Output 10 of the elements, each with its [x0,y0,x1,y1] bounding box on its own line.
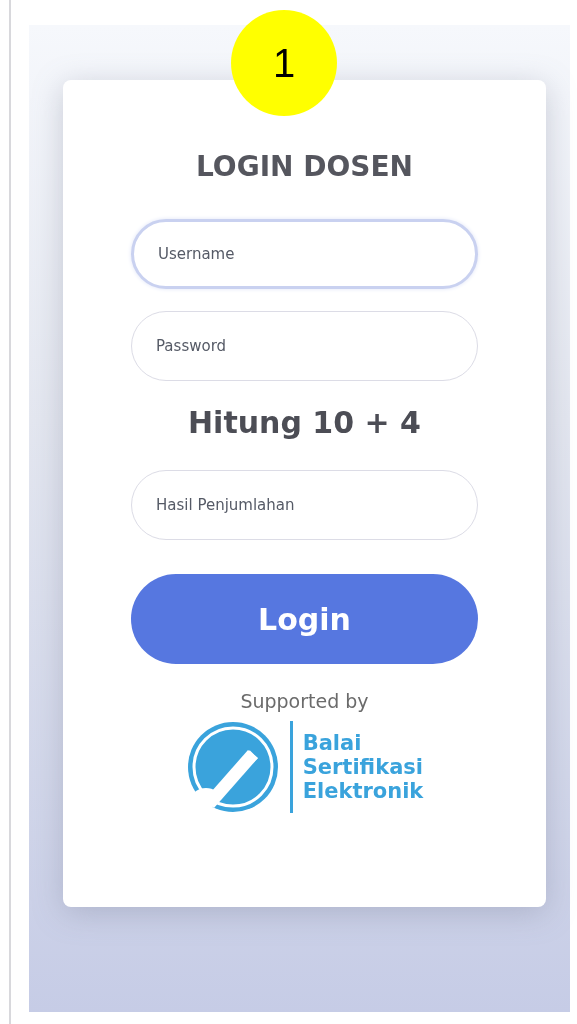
captcha-question: Hitung 10 + 4 [188,405,421,440]
input-field[interactable]: Username [131,219,478,289]
login-title: LOGIN DOSEN [196,150,413,183]
input-field[interactable]: Hasil Penjumlahan [131,470,478,540]
logo-text: Elektronik [302,779,424,803]
login-button[interactable]: Login [131,574,478,664]
input-field[interactable]: Password [131,311,478,381]
logo-text: Balai [302,731,362,755]
supported-by-text: Supported by [240,690,369,712]
logo-text: Sertifikasi [302,755,423,779]
